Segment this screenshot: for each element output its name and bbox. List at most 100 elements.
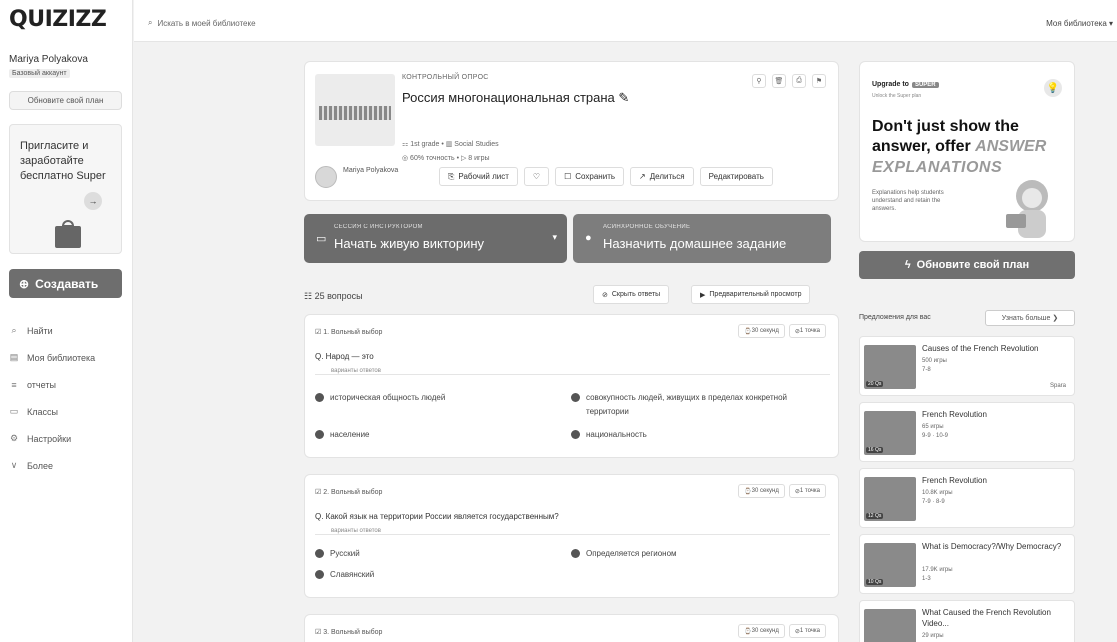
question-type: ☑ 2. Вольный выбор	[315, 488, 382, 496]
divider	[315, 374, 830, 375]
recommendation-card[interactable]: 16 Qs French Revolution 65 игры 9-9 · 10…	[859, 402, 1075, 462]
quiz-accuracy-plays: ◎ 60% точность • ▷ 8 игры	[402, 155, 490, 162]
homework-sublabel: АСИНХРОННОЕ ОБУЧЕНИЕ	[603, 224, 691, 230]
library-dropdown[interactable]: Моя библиотека ▾	[1046, 19, 1113, 28]
recommendation-thumbnail: 16 Qs	[864, 411, 916, 455]
question-count-badge: 10 Qs	[866, 579, 884, 585]
answer-option-text: Славянский	[330, 570, 375, 579]
header-icon-row: ⚲ 🗑 ⎙ ⚑	[752, 74, 826, 88]
recommendation-card[interactable]: 20 Qs Causes of the French Revolution 50…	[859, 336, 1075, 396]
time-tag[interactable]: ⌚ 30 секунд	[738, 324, 785, 338]
search-icon: ⌕	[11, 325, 17, 335]
recommendation-title: What is Democracy?/Why Democracy?	[922, 542, 1062, 551]
author-avatar[interactable]	[315, 166, 337, 188]
question-type-label: 3. Вольный выбор	[323, 629, 383, 636]
time-tag-label: 30 секунд	[751, 628, 779, 634]
see-more-button[interactable]: Узнать больше ❯	[985, 310, 1075, 326]
chevron-down-icon[interactable]: ▾	[552, 232, 557, 243]
worksheet-icon: ⎘	[448, 171, 455, 181]
quizizz-logo[interactable]: QUIZIZZ	[9, 7, 107, 32]
clock-icon: ●	[585, 232, 592, 244]
assign-homework-button[interactable]: ● АСИНХРОННОЕ ОБУЧЕНИЕ Назначить домашне…	[573, 214, 831, 263]
recommendation-thumbnail	[864, 609, 916, 642]
sidebar-item-more[interactable]: ∨ Более	[9, 452, 95, 479]
lightbulb-icon: 💡	[1044, 79, 1062, 97]
homework-label: Назначить домашнее задание	[603, 236, 787, 251]
recommendations-title: Предложения для вас	[859, 314, 931, 321]
save-button[interactable]: ☐ Сохранить	[555, 167, 625, 186]
heart-icon: ♡	[532, 172, 541, 181]
save-button-label: Сохранить	[575, 172, 616, 181]
edit-button[interactable]: Редактировать	[699, 167, 773, 186]
upgrade-plan-button[interactable]: ϟ Обновите свой план	[859, 251, 1075, 279]
time-tag[interactable]: ⌚ 30 секунд	[738, 624, 785, 638]
answer-option-text: национальность	[586, 430, 647, 439]
question-tags: ⌚ 30 секунд ⊘ 1 точка	[738, 484, 826, 498]
trash-icon[interactable]: 🗑	[772, 74, 786, 88]
sidebar-item-label: Найти	[27, 325, 53, 336]
settings-icon: ⚙	[9, 433, 19, 443]
promo-explanations: EXPLANATIONS	[872, 159, 1003, 176]
points-tag-label: 1 точка	[799, 628, 820, 634]
search-input[interactable]: ⌕ Искать в моей библиотеке	[148, 18, 256, 28]
create-button[interactable]: ⊕ Создавать	[9, 269, 122, 298]
promo-headline-italic: ANSWER	[975, 138, 1047, 155]
upgrade-plan-button[interactable]: Обновите свой план	[9, 91, 122, 110]
eye-off-icon: ⊘	[602, 291, 608, 299]
sidebar-item-reports[interactable]: ≡ отчеты	[9, 371, 95, 398]
worksheet-button[interactable]: ⎘ Рабочий лист	[439, 167, 518, 186]
answer-option-text: население	[330, 430, 370, 439]
sidebar-item-library[interactable]: ▤ Моя библиотека	[9, 344, 95, 371]
invite-card[interactable]: Пригласите и заработайте бесплатно Super…	[9, 124, 122, 254]
bookmark-icon: ☐	[564, 172, 572, 181]
answer-option: Определяется регионом	[571, 547, 811, 561]
question-tags: ⌚ 30 секунд ⊘ 1 точка	[738, 624, 826, 638]
save-link[interactable]: Spara	[1050, 383, 1066, 389]
upgrade-promo-card[interactable]: Upgrade to SUPER Unlock the Super plan 💡 …	[859, 61, 1075, 242]
answer-option: Славянский	[315, 568, 555, 582]
points-tag[interactable]: ⊘ 1 точка	[788, 324, 826, 338]
recommendation-card[interactable]: 10 Qs What is Democracy?/Why Democracy? …	[859, 534, 1075, 594]
recommendation-grade: 7-8	[922, 367, 931, 373]
author-name[interactable]: Mariya Polyakova	[343, 166, 403, 176]
option-marker-icon	[315, 393, 324, 402]
user-name: Mariya Polyakova	[9, 54, 88, 65]
invite-title: Пригласите и заработайте бесплатно Super	[20, 140, 106, 182]
edit-pencil-icon[interactable]: ✎	[618, 90, 629, 105]
recommendation-card[interactable]: What Caused the French Revolution Video.…	[859, 600, 1075, 642]
student-illustration	[1006, 180, 1048, 238]
start-live-quiz-button[interactable]: ▭ СЕССИЯ С ИНСТРУКТОРОМ Начать живую вик…	[304, 214, 567, 263]
arrow-right-icon[interactable]: →	[84, 192, 102, 210]
question-text: Q. Какой язык на территории России являе…	[315, 512, 559, 521]
quiz-title: Россия многонациональная страна ✎	[402, 90, 629, 106]
recommendation-title: French Revolution	[922, 476, 987, 485]
time-tag[interactable]: ⌚ 30 секунд	[738, 484, 785, 498]
flag-icon[interactable]: ⚑	[812, 74, 826, 88]
hide-answers-button[interactable]: ⊘ Скрыть ответы	[593, 285, 670, 304]
points-tag[interactable]: ⊘ 1 точка	[788, 624, 826, 638]
sidebar-item-classes[interactable]: ▭ Классы	[9, 398, 95, 425]
recommendation-plays: 65 игры	[922, 424, 944, 430]
chevron-down-icon: ∨	[10, 460, 18, 470]
sidebar-item-find[interactable]: ⌕ Найти	[9, 317, 95, 344]
question-count-badge: 16 Qs	[866, 447, 884, 453]
link-icon[interactable]: ⚲	[752, 74, 766, 88]
recommendation-plays: 29 игры	[922, 633, 944, 639]
option-marker-icon	[315, 570, 324, 579]
quiz-grade-subject: ⚏ 1st grade • ▥ Social Studies	[402, 141, 499, 148]
share-button[interactable]: ↗ Делиться	[630, 167, 694, 186]
recommendation-thumbnail: 20 Qs	[864, 345, 916, 389]
points-tag[interactable]: ⊘ 1 точка	[788, 484, 826, 498]
print-icon[interactable]: ⎙	[792, 74, 806, 88]
promo-tag: Upgrade to SUPER	[872, 81, 939, 88]
sidebar-item-settings[interactable]: ⚙ Настройки	[9, 425, 95, 452]
like-button[interactable]: ♡	[523, 167, 550, 186]
recommendation-card[interactable]: 12 Qs French Revolution 10.8K игры 7-9 ·…	[859, 468, 1075, 528]
recommendation-title: Causes of the French Revolution	[922, 344, 1039, 353]
recommendation-grade: 1-3	[922, 576, 931, 582]
preview-button[interactable]: ▶ Предварительный просмотр	[691, 285, 811, 304]
option-marker-icon	[571, 430, 580, 439]
time-tag-label: 30 секунд	[751, 488, 779, 494]
question-card: ☑ 1. Вольный выбор ⌚ 30 секунд ⊘ 1 точка…	[304, 314, 839, 458]
question-type-label: 1. Вольный выбор	[323, 329, 383, 336]
